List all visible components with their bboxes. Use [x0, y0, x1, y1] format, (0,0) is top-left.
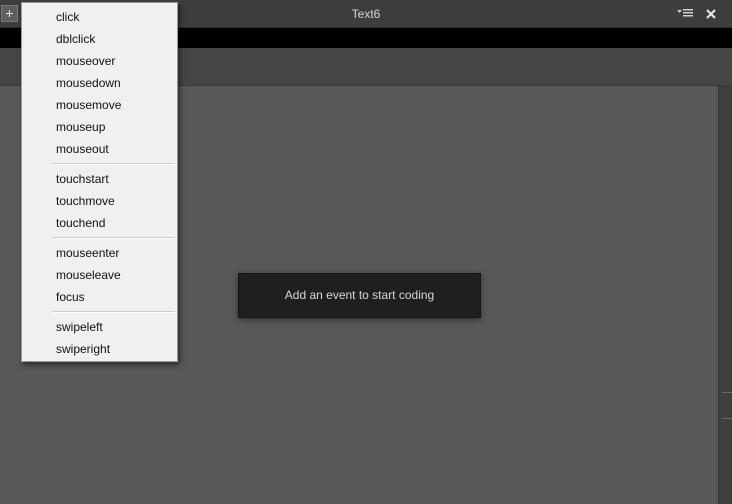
menu-item-mouseout[interactable]: mouseout [22, 138, 177, 160]
menu-item-touchstart[interactable]: touchstart [22, 168, 177, 190]
menu-item-dblclick[interactable]: dblclick [22, 28, 177, 50]
menu-item-mousedown[interactable]: mousedown [22, 72, 177, 94]
menu-list-icon [677, 9, 693, 17]
menu-separator [22, 308, 177, 316]
menu-item-mouseup[interactable]: mouseup [22, 116, 177, 138]
right-scroll-strip[interactable] [718, 86, 732, 504]
close-button[interactable] [702, 4, 720, 24]
menu-item-swipeleft[interactable]: swipeleft [22, 316, 177, 338]
empty-state-hint: Add an event to start coding [238, 273, 481, 318]
strip-divider [722, 392, 732, 393]
menu-item-mouseleave[interactable]: mouseleave [22, 264, 177, 286]
menu-item-mouseover[interactable]: mouseover [22, 50, 177, 72]
menu-item-touchend[interactable]: touchend [22, 212, 177, 234]
menu-separator [22, 160, 177, 168]
close-icon [706, 9, 716, 19]
menu-item-touchmove[interactable]: touchmove [22, 190, 177, 212]
menu-item-focus[interactable]: focus [22, 286, 177, 308]
menu-separator [22, 234, 177, 242]
strip-divider [722, 418, 732, 419]
menu-item-mouseenter[interactable]: mouseenter [22, 242, 177, 264]
panel-menu-button[interactable] [676, 6, 694, 22]
menu-item-mousemove[interactable]: mousemove [22, 94, 177, 116]
event-dropdown-menu: click dblclick mouseover mousedown mousemove… [21, 2, 178, 362]
menu-item-swiperight[interactable]: swiperight [22, 338, 177, 360]
menu-item-click[interactable]: click [22, 6, 177, 28]
